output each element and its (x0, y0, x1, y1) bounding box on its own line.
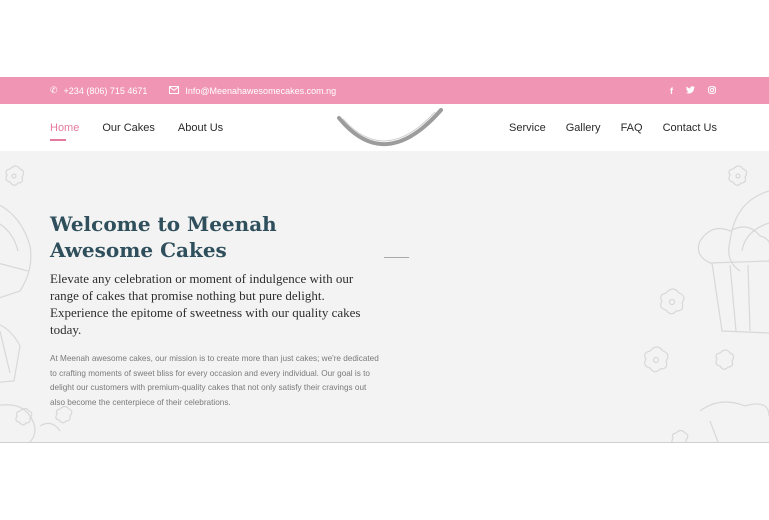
hero-mission-text: At Meenah awesome cakes, our mission is … (50, 354, 379, 407)
nav-faq[interactable]: FAQ (621, 122, 643, 134)
hero-lead-text: Elevate any celebration or moment of ind… (50, 271, 361, 337)
contact-info: ✆ +234 (806) 715 4671 Info@Meenahawesome… (50, 85, 337, 96)
email-address: Info@Meenahawesomecakes.com.ng (185, 85, 337, 96)
mail-icon (169, 85, 180, 96)
hero-divider (384, 257, 409, 258)
logo-arc[interactable] (335, 104, 445, 156)
nav-contact-us[interactable]: Contact Us (663, 122, 717, 134)
nav-left-group: Home Our Cakes About Us (50, 104, 223, 151)
phone-contact[interactable]: ✆ +234 (806) 715 4671 (50, 86, 147, 96)
hero-title: Welcome to Meenah Awesome Cakes (50, 212, 277, 262)
nav-right-group: Service Gallery FAQ Contact Us (509, 104, 717, 151)
hero-bottom-line (0, 442, 769, 443)
facebook-icon[interactable]: f (670, 86, 673, 96)
phone-number: +234 (806) 715 4671 (63, 85, 148, 96)
nav-service[interactable]: Service (509, 122, 546, 134)
instagram-icon[interactable] (708, 85, 716, 96)
nav-our-cakes[interactable]: Our Cakes (102, 122, 155, 134)
top-contact-bar: ✆ +234 (806) 715 4671 Info@Meenahawesome… (0, 77, 769, 104)
nav-home[interactable]: Home (50, 122, 79, 141)
nav-about-us[interactable]: About Us (178, 122, 223, 134)
twitter-icon[interactable] (686, 85, 695, 96)
email-contact[interactable]: Info@Meenahawesomecakes.com.ng (169, 85, 337, 96)
social-links: f (670, 77, 716, 104)
phone-icon: ✆ (50, 85, 58, 95)
hero-section: Welcome to Meenah Awesome Cakes Elevate … (0, 151, 769, 442)
nav-gallery[interactable]: Gallery (566, 122, 601, 134)
